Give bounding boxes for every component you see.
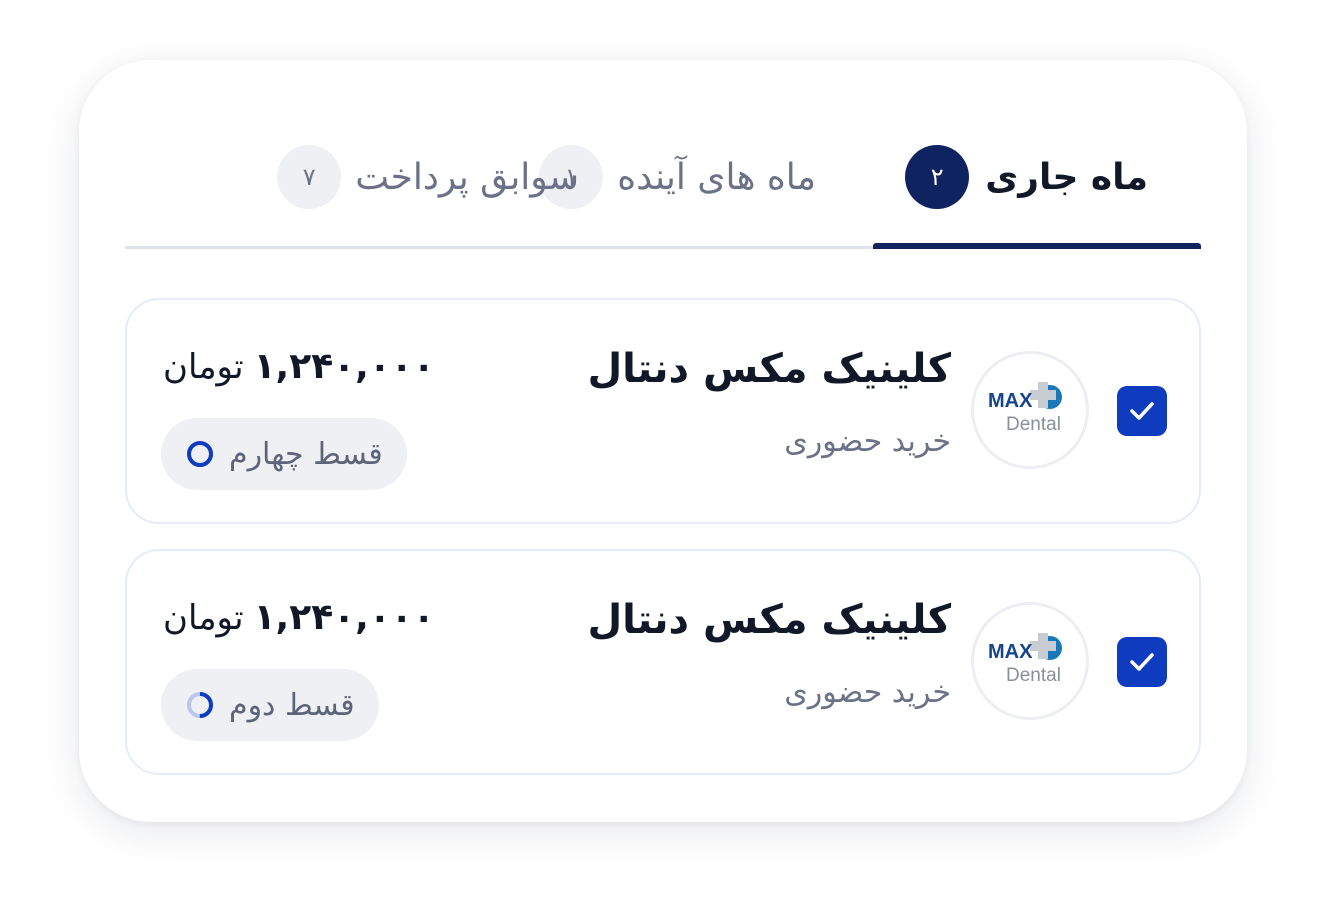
tab-upcoming-months[interactable]: ۱ ماه های آینده bbox=[539, 144, 816, 210]
purchase-type: خرید حضوری bbox=[784, 424, 951, 459]
tab-count-badge: ۷ bbox=[277, 145, 342, 209]
check-icon bbox=[1130, 402, 1154, 420]
tab-label: سوابق پرداخت bbox=[355, 156, 579, 198]
clinic-logo: MAX Dental bbox=[971, 602, 1089, 720]
select-checkbox[interactable] bbox=[1117, 637, 1167, 687]
max-dental-logo: MAX Dental bbox=[988, 633, 1062, 686]
installment-badge: قسط دوم bbox=[161, 669, 379, 741]
currency: تومان bbox=[163, 598, 244, 638]
check-icon bbox=[1130, 653, 1154, 671]
tab-bar: ۲ ماه جاری ۱ ماه های آینده ۷ سوابق پرداخ… bbox=[125, 60, 1201, 250]
installment-item[interactable]: MAX Dental کلینیک مکس دنتال خرید حضوری ۱… bbox=[125, 549, 1201, 775]
amount: ۱,۲۴۰,۰۰۰ تومان bbox=[163, 346, 435, 387]
svg-text:MAX: MAX bbox=[988, 641, 1033, 663]
tab-active-indicator bbox=[873, 243, 1201, 249]
amount-value: ۱,۲۴۰,۰۰۰ bbox=[253, 597, 435, 638]
progress-ring-icon bbox=[185, 439, 215, 469]
svg-text:Dental: Dental bbox=[1006, 414, 1061, 435]
svg-text:Dental: Dental bbox=[1006, 665, 1061, 686]
tab-current-month[interactable]: ۲ ماه جاری bbox=[905, 144, 1148, 210]
installment-badge: قسط چهارم bbox=[161, 418, 407, 490]
currency: تومان bbox=[163, 347, 244, 387]
installment-label: قسط دوم bbox=[229, 687, 355, 723]
amount: ۱,۲۴۰,۰۰۰ تومان bbox=[163, 597, 435, 638]
clinic-name: کلینیک مکس دنتال bbox=[587, 346, 951, 392]
installment-item[interactable]: MAX Dental کلینیک مکس دنتال خرید حضوری ۱… bbox=[125, 298, 1201, 524]
installments-card: ۲ ماه جاری ۱ ماه های آینده ۷ سوابق پرداخ… bbox=[79, 60, 1247, 822]
clinic-logo: MAX Dental bbox=[971, 351, 1089, 469]
svg-text:MAX: MAX bbox=[988, 390, 1033, 412]
clinic-name: کلینیک مکس دنتال bbox=[587, 597, 951, 643]
installment-label: قسط چهارم bbox=[229, 436, 383, 472]
tab-label: ماه جاری bbox=[985, 156, 1148, 198]
tab-count-badge: ۲ bbox=[905, 145, 970, 209]
progress-ring-icon bbox=[185, 690, 215, 720]
select-checkbox[interactable] bbox=[1117, 386, 1167, 436]
tab-label: ماه های آینده bbox=[617, 156, 816, 198]
amount-value: ۱,۲۴۰,۰۰۰ bbox=[253, 346, 435, 387]
purchase-type: خرید حضوری bbox=[784, 675, 951, 710]
tab-payment-history[interactable]: ۷ سوابق پرداخت bbox=[277, 144, 579, 210]
max-dental-logo: MAX Dental bbox=[988, 382, 1062, 435]
